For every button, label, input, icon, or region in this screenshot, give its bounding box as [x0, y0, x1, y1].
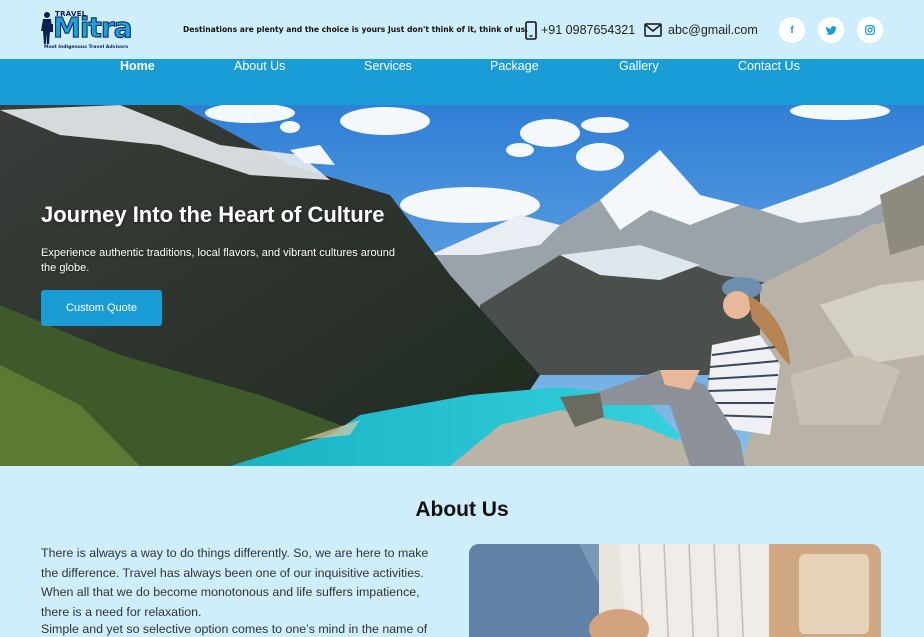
about-text: There is always a way to do things diffe… — [41, 544, 456, 636]
about-line: there is a need for relaxation. — [41, 604, 202, 619]
facebook-button[interactable]: f — [779, 17, 805, 43]
about-heading: About Us — [415, 498, 509, 521]
instagram-icon — [865, 25, 875, 35]
mail-icon — [644, 23, 662, 37]
custom-quote-button[interactable]: Custom Quote — [41, 290, 162, 326]
hero-title: Journey Into the Heart of Culture — [41, 202, 385, 227]
nav-about-us[interactable]: About Us — [234, 59, 285, 105]
phone-contact[interactable]: +91 0987654321 — [525, 20, 635, 40]
nav-contact-us[interactable]: Contact Us — [738, 59, 800, 105]
nav-home[interactable]: Home — [120, 59, 155, 105]
phone-number: +91 0987654321 — [541, 23, 636, 37]
facebook-icon: f — [790, 24, 794, 36]
hero-banner: Journey Into the Heart of Culture Experi… — [0, 105, 924, 466]
nav-services[interactable]: Services — [364, 59, 412, 105]
traveler-figure-icon — [41, 12, 53, 44]
hero-mountain-lake-image — [0, 105, 924, 466]
nav-gallery[interactable]: Gallery — [619, 59, 659, 105]
about-line: There is always a way to do things diffe… — [41, 546, 429, 560]
brand-name: Mitra — [53, 11, 134, 44]
twitter-icon — [825, 25, 837, 35]
instagram-button[interactable] — [857, 17, 883, 43]
brand-tagline: Most Indigenous Travel Advisors — [44, 45, 129, 50]
about-line: Simple and yet so selective option comes… — [41, 622, 428, 636]
about-line: the difference. Travel has always been o… — [41, 565, 424, 580]
about-photo — [469, 544, 881, 637]
brand-logo[interactable]: TRAVEL Mitra Most Indigenous Travel Advi… — [40, 9, 158, 53]
twitter-button[interactable] — [818, 17, 844, 43]
email-address: abc@gmail.com — [668, 23, 758, 37]
top-header: TRAVEL Mitra Most Indigenous Travel Advi… — [0, 0, 924, 59]
hero-subtitle: Experience authentic traditions, local f… — [41, 247, 396, 274]
phone-icon — [525, 20, 537, 40]
about-people-image — [469, 544, 881, 637]
email-contact[interactable]: abc@gmail.com — [644, 20, 758, 40]
main-nav: Home About Us Services Package Gallery C… — [0, 59, 924, 105]
about-line: When all that we do become monotonous an… — [41, 585, 420, 599]
header-slogan: Destinations are plenty and the choice i… — [183, 25, 529, 34]
nav-package[interactable]: Package — [490, 59, 539, 105]
